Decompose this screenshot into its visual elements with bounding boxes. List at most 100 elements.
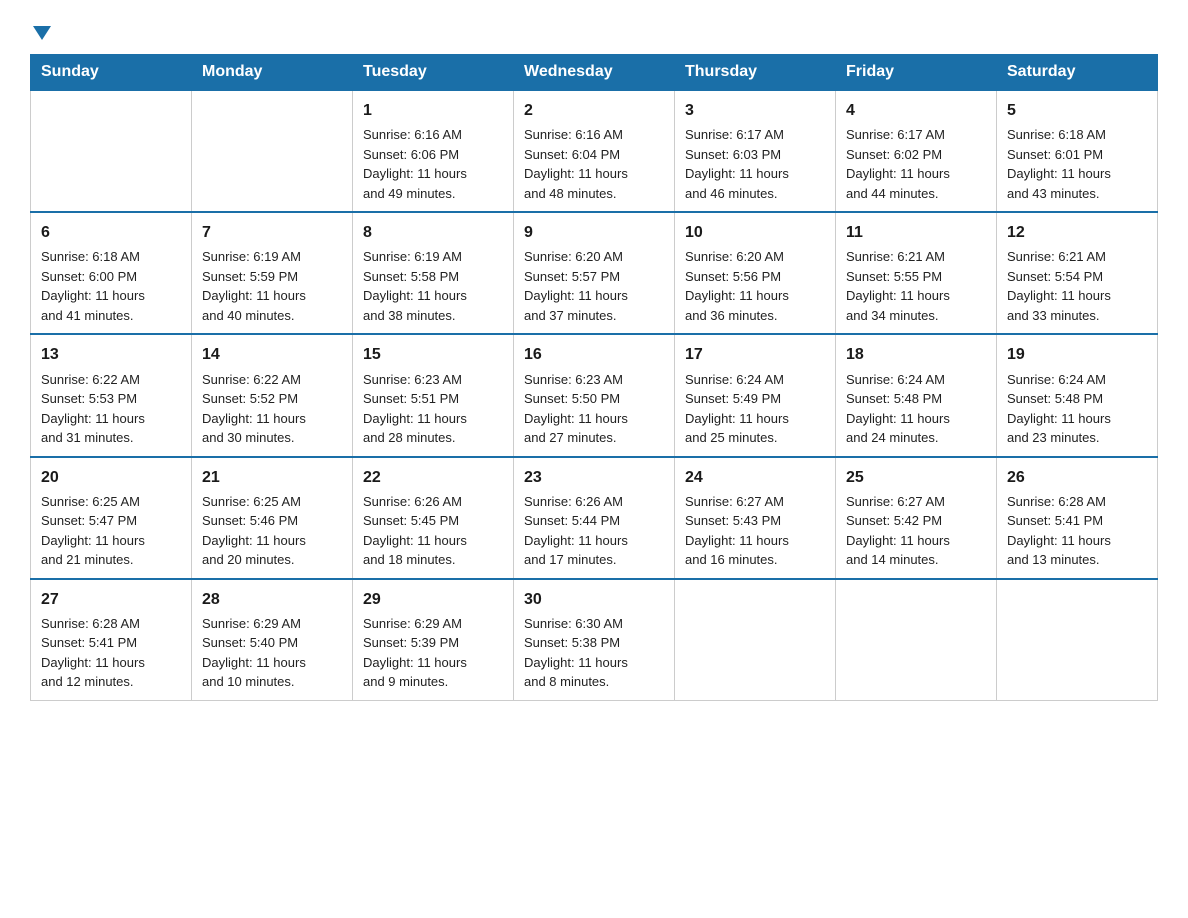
calendar-cell: 13 Sunrise: 6:22 AM Sunset: 5:53 PM Dayli… [31, 334, 192, 456]
day-number: 22 [363, 466, 503, 489]
day-info: Sunrise: 6:16 AM Sunset: 6:04 PM Dayligh… [524, 125, 664, 203]
day-number: 29 [363, 588, 503, 611]
calendar-cell: 12 Sunrise: 6:21 AM Sunset: 5:54 PM Dayli… [997, 212, 1158, 334]
day-number: 6 [41, 221, 181, 244]
day-number: 13 [41, 343, 181, 366]
day-info: Sunrise: 6:26 AM Sunset: 5:44 PM Dayligh… [524, 492, 664, 570]
calendar-cell: 21 Sunrise: 6:25 AM Sunset: 5:46 PM Dayli… [192, 457, 353, 579]
day-info: Sunrise: 6:20 AM Sunset: 5:56 PM Dayligh… [685, 247, 825, 325]
weekday-header-friday: Friday [836, 55, 997, 91]
calendar-header: SundayMondayTuesdayWednesdayThursdayFrid… [31, 55, 1158, 91]
calendar-cell [675, 579, 836, 701]
day-number: 16 [524, 343, 664, 366]
calendar-cell [997, 579, 1158, 701]
day-info: Sunrise: 6:23 AM Sunset: 5:50 PM Dayligh… [524, 370, 664, 448]
calendar-cell: 19 Sunrise: 6:24 AM Sunset: 5:48 PM Dayli… [997, 334, 1158, 456]
calendar-cell: 1 Sunrise: 6:16 AM Sunset: 6:06 PM Daylig… [353, 90, 514, 212]
day-number: 23 [524, 466, 664, 489]
calendar-cell [836, 579, 997, 701]
day-number: 4 [846, 99, 986, 122]
day-number: 3 [685, 99, 825, 122]
logo [30, 20, 53, 44]
day-number: 9 [524, 221, 664, 244]
day-number: 2 [524, 99, 664, 122]
day-info: Sunrise: 6:16 AM Sunset: 6:06 PM Dayligh… [363, 125, 503, 203]
day-info: Sunrise: 6:21 AM Sunset: 5:55 PM Dayligh… [846, 247, 986, 325]
day-number: 27 [41, 588, 181, 611]
calendar-cell: 10 Sunrise: 6:20 AM Sunset: 5:56 PM Dayli… [675, 212, 836, 334]
calendar-cell: 16 Sunrise: 6:23 AM Sunset: 5:50 PM Dayli… [514, 334, 675, 456]
calendar-cell: 22 Sunrise: 6:26 AM Sunset: 5:45 PM Dayli… [353, 457, 514, 579]
calendar-cell: 11 Sunrise: 6:21 AM Sunset: 5:55 PM Dayli… [836, 212, 997, 334]
day-info: Sunrise: 6:22 AM Sunset: 5:52 PM Dayligh… [202, 370, 342, 448]
day-info: Sunrise: 6:28 AM Sunset: 5:41 PM Dayligh… [1007, 492, 1147, 570]
day-info: Sunrise: 6:28 AM Sunset: 5:41 PM Dayligh… [41, 614, 181, 692]
day-number: 8 [363, 221, 503, 244]
day-info: Sunrise: 6:21 AM Sunset: 5:54 PM Dayligh… [1007, 247, 1147, 325]
day-info: Sunrise: 6:23 AM Sunset: 5:51 PM Dayligh… [363, 370, 503, 448]
day-info: Sunrise: 6:29 AM Sunset: 5:39 PM Dayligh… [363, 614, 503, 692]
day-info: Sunrise: 6:24 AM Sunset: 5:48 PM Dayligh… [846, 370, 986, 448]
calendar-cell: 14 Sunrise: 6:22 AM Sunset: 5:52 PM Dayli… [192, 334, 353, 456]
weekday-header-thursday: Thursday [675, 55, 836, 91]
weekday-header-monday: Monday [192, 55, 353, 91]
day-number: 14 [202, 343, 342, 366]
day-number: 24 [685, 466, 825, 489]
day-number: 11 [846, 221, 986, 244]
page-header [30, 20, 1158, 44]
day-info: Sunrise: 6:25 AM Sunset: 5:46 PM Dayligh… [202, 492, 342, 570]
calendar-cell: 5 Sunrise: 6:18 AM Sunset: 6:01 PM Daylig… [997, 90, 1158, 212]
day-info: Sunrise: 6:27 AM Sunset: 5:43 PM Dayligh… [685, 492, 825, 570]
calendar-cell: 18 Sunrise: 6:24 AM Sunset: 5:48 PM Dayli… [836, 334, 997, 456]
calendar-cell: 2 Sunrise: 6:16 AM Sunset: 6:04 PM Daylig… [514, 90, 675, 212]
day-info: Sunrise: 6:22 AM Sunset: 5:53 PM Dayligh… [41, 370, 181, 448]
day-number: 17 [685, 343, 825, 366]
weekday-header-sunday: Sunday [31, 55, 192, 91]
calendar-week-row: 27 Sunrise: 6:28 AM Sunset: 5:41 PM Dayli… [31, 579, 1158, 701]
calendar-body: 1 Sunrise: 6:16 AM Sunset: 6:06 PM Daylig… [31, 90, 1158, 700]
day-number: 15 [363, 343, 503, 366]
day-number: 19 [1007, 343, 1147, 366]
day-number: 18 [846, 343, 986, 366]
day-number: 28 [202, 588, 342, 611]
calendar-cell: 25 Sunrise: 6:27 AM Sunset: 5:42 PM Dayli… [836, 457, 997, 579]
calendar-cell [192, 90, 353, 212]
calendar-cell: 8 Sunrise: 6:19 AM Sunset: 5:58 PM Daylig… [353, 212, 514, 334]
calendar-cell: 15 Sunrise: 6:23 AM Sunset: 5:51 PM Dayli… [353, 334, 514, 456]
calendar-cell: 6Sunrise: 6:18 AM Sunset: 6:00 PM Daylig… [31, 212, 192, 334]
calendar-cell: 30 Sunrise: 6:30 AM Sunset: 5:38 PM Dayli… [514, 579, 675, 701]
day-number: 25 [846, 466, 986, 489]
day-info: Sunrise: 6:19 AM Sunset: 5:58 PM Dayligh… [363, 247, 503, 325]
weekday-header-wednesday: Wednesday [514, 55, 675, 91]
day-info: Sunrise: 6:26 AM Sunset: 5:45 PM Dayligh… [363, 492, 503, 570]
day-info: Sunrise: 6:19 AM Sunset: 5:59 PM Dayligh… [202, 247, 342, 325]
day-number: 5 [1007, 99, 1147, 122]
calendar-cell: 28Sunrise: 6:29 AM Sunset: 5:40 PM Dayli… [192, 579, 353, 701]
logo-arrow-icon [31, 22, 53, 44]
calendar-week-row: 20 Sunrise: 6:25 AM Sunset: 5:47 PM Dayli… [31, 457, 1158, 579]
calendar-cell: 20 Sunrise: 6:25 AM Sunset: 5:47 PM Dayli… [31, 457, 192, 579]
day-number: 1 [363, 99, 503, 122]
day-info: Sunrise: 6:24 AM Sunset: 5:49 PM Dayligh… [685, 370, 825, 448]
day-number: 10 [685, 221, 825, 244]
calendar-week-row: 13 Sunrise: 6:22 AM Sunset: 5:53 PM Dayli… [31, 334, 1158, 456]
day-number: 12 [1007, 221, 1147, 244]
calendar-cell: 26 Sunrise: 6:28 AM Sunset: 5:41 PM Dayli… [997, 457, 1158, 579]
day-number: 26 [1007, 466, 1147, 489]
calendar-cell: 9Sunrise: 6:20 AM Sunset: 5:57 PM Daylig… [514, 212, 675, 334]
day-info: Sunrise: 6:17 AM Sunset: 6:03 PM Dayligh… [685, 125, 825, 203]
calendar-cell [31, 90, 192, 212]
day-number: 30 [524, 588, 664, 611]
calendar-cell: 7Sunrise: 6:19 AM Sunset: 5:59 PM Daylig… [192, 212, 353, 334]
day-number: 20 [41, 466, 181, 489]
calendar-week-row: 6Sunrise: 6:18 AM Sunset: 6:00 PM Daylig… [31, 212, 1158, 334]
calendar-cell: 29 Sunrise: 6:29 AM Sunset: 5:39 PM Dayli… [353, 579, 514, 701]
calendar-cell: 23 Sunrise: 6:26 AM Sunset: 5:44 PM Dayli… [514, 457, 675, 579]
calendar-cell: 24 Sunrise: 6:27 AM Sunset: 5:43 PM Dayli… [675, 457, 836, 579]
day-info: Sunrise: 6:27 AM Sunset: 5:42 PM Dayligh… [846, 492, 986, 570]
day-info: Sunrise: 6:18 AM Sunset: 6:01 PM Dayligh… [1007, 125, 1147, 203]
day-info: Sunrise: 6:25 AM Sunset: 5:47 PM Dayligh… [41, 492, 181, 570]
day-info: Sunrise: 6:24 AM Sunset: 5:48 PM Dayligh… [1007, 370, 1147, 448]
day-number: 21 [202, 466, 342, 489]
day-info: Sunrise: 6:30 AM Sunset: 5:38 PM Dayligh… [524, 614, 664, 692]
